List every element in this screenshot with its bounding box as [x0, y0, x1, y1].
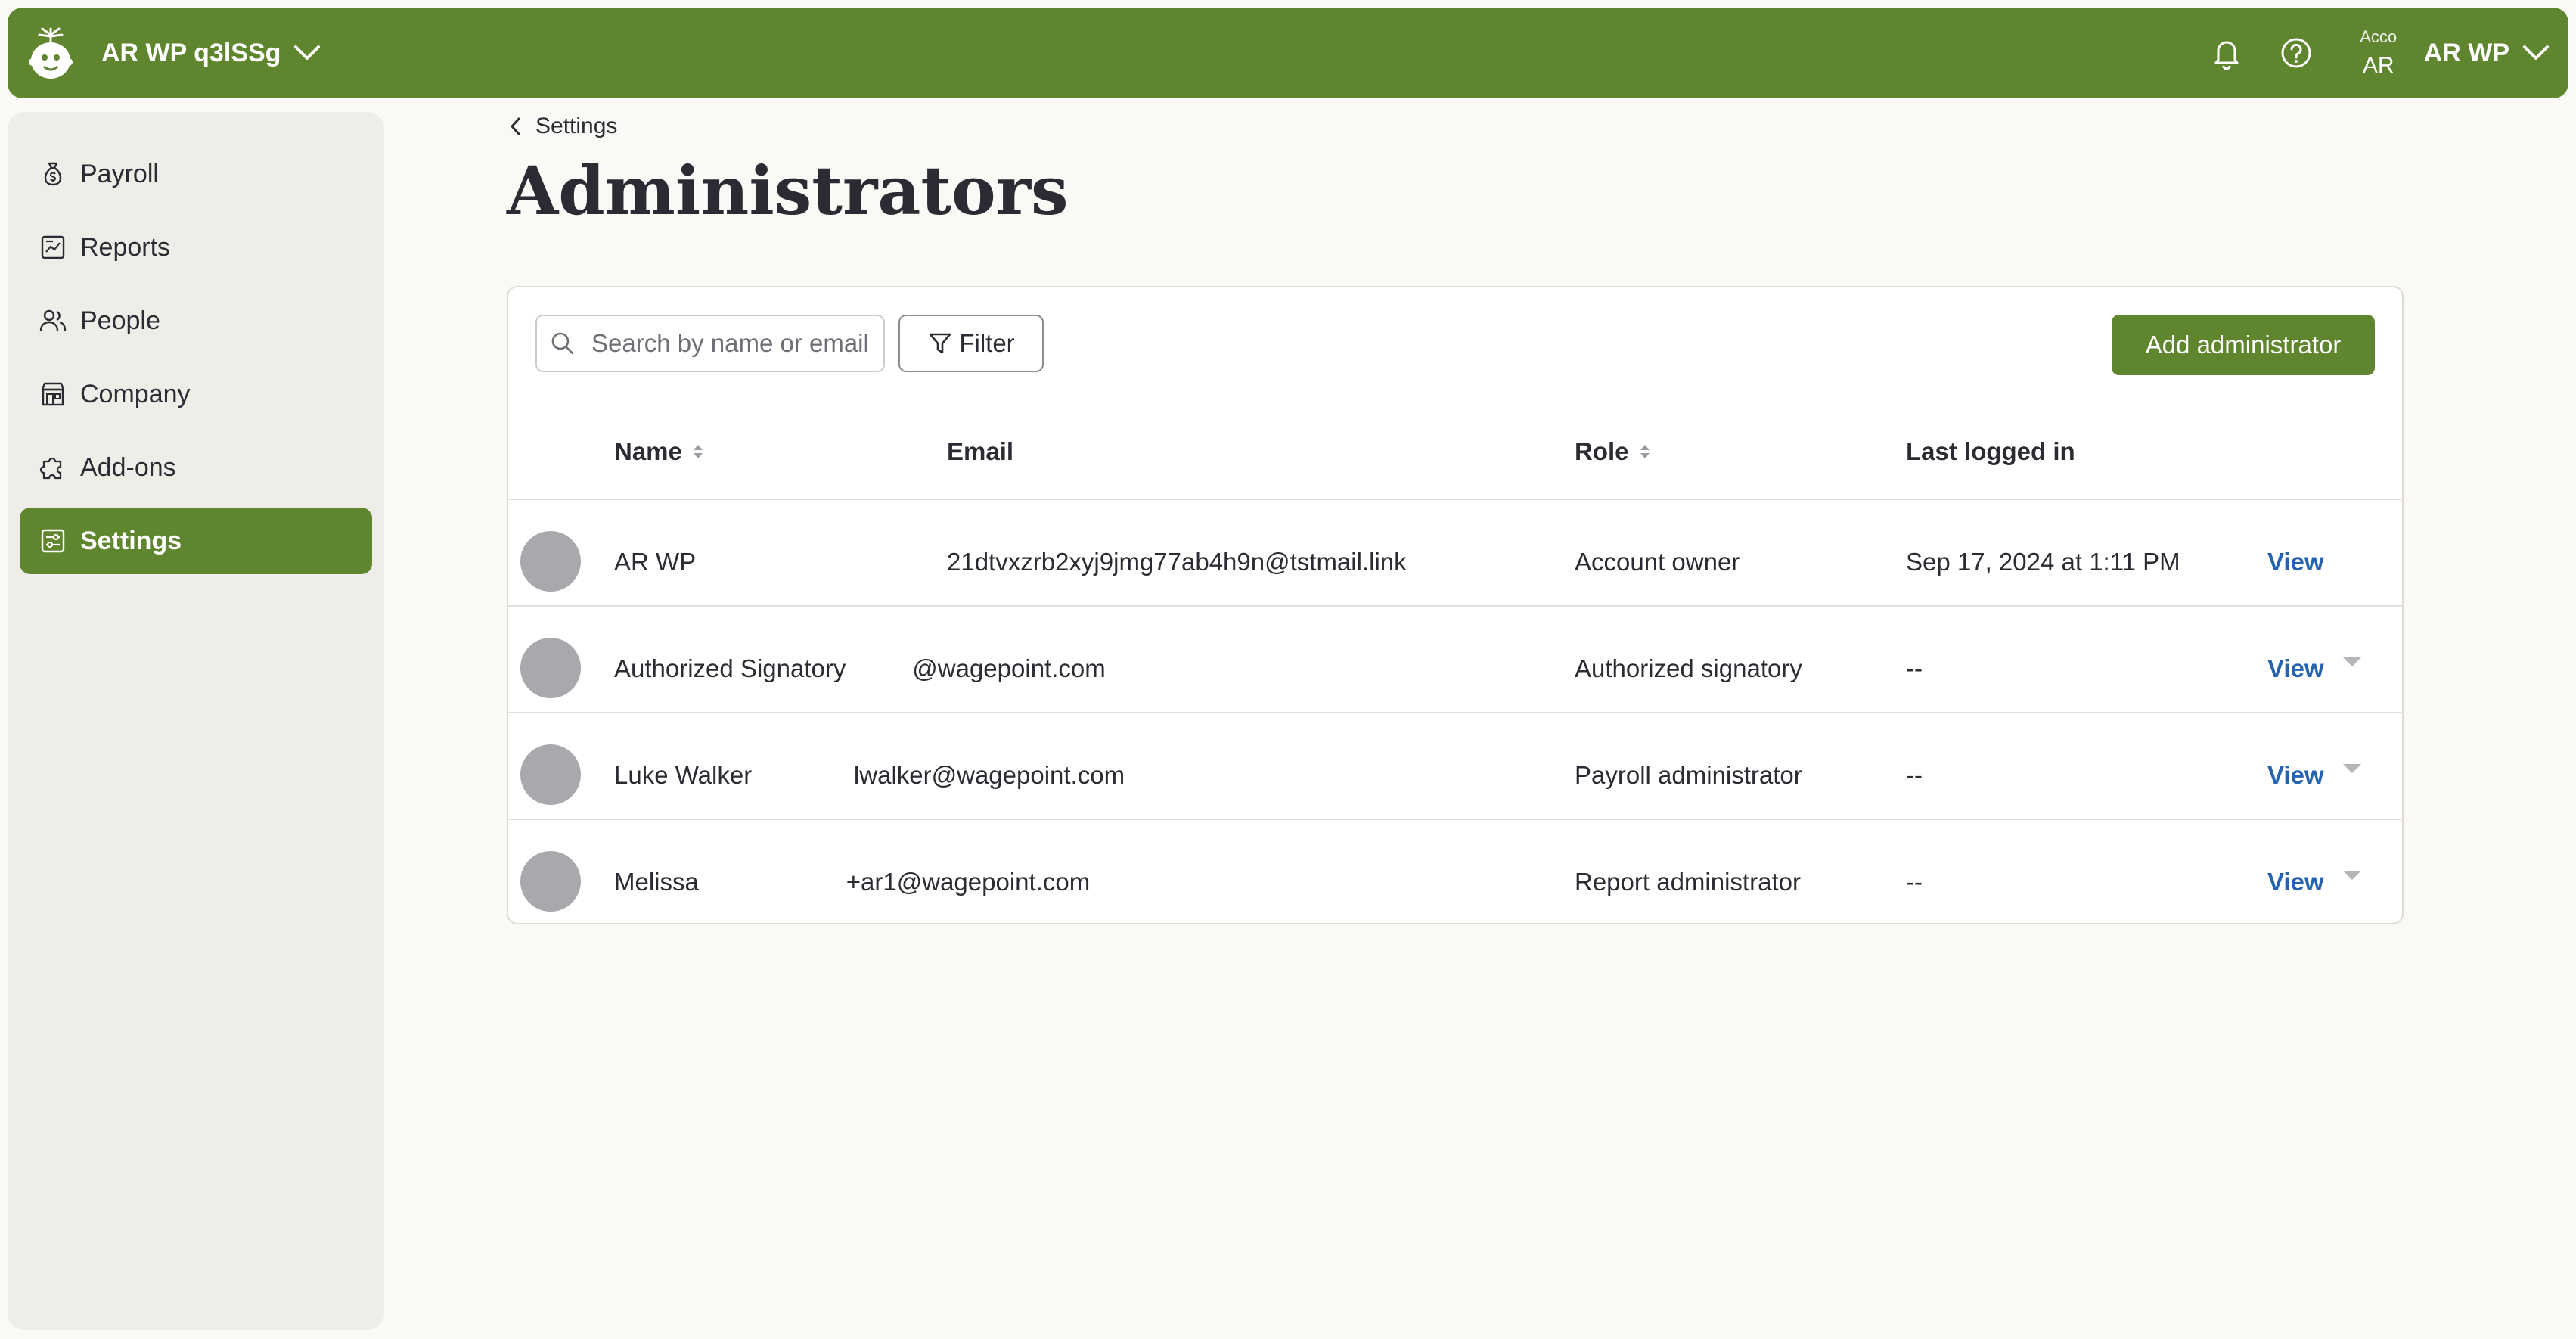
settings-sliders-icon — [41, 529, 65, 553]
column-header-last-logged-in: Last logged in — [1906, 437, 2075, 466]
avatar — [520, 851, 581, 912]
sort-icon — [1640, 445, 1650, 458]
sidebar-item-add-ons[interactable]: Add-ons — [20, 434, 372, 501]
filter-button[interactable]: Filter — [898, 315, 1044, 372]
sidebar-item-reports[interactable]: Reports — [20, 214, 372, 281]
search-input[interactable] — [591, 329, 879, 358]
chevron-left-icon — [511, 117, 520, 135]
avatar — [520, 744, 581, 805]
table-row: Melissa +ar1@wagepoint.com Report admini… — [508, 820, 2402, 924]
top-bar: AR WP q3lSSg Acco AR AR WP — [8, 8, 2568, 98]
report-icon — [41, 235, 65, 259]
sidebar-item-label: Settings — [80, 526, 182, 555]
sidebar-item-label: Add-ons — [80, 452, 176, 482]
column-header-name[interactable]: Name — [614, 437, 705, 466]
view-link[interactable]: View — [2267, 654, 2324, 683]
sidebar-item-label: People — [80, 306, 160, 335]
wagepoint-logo-icon[interactable] — [26, 24, 76, 82]
view-link[interactable]: View — [2267, 548, 2324, 576]
admin-last-logged-in: -- — [1906, 654, 1923, 682]
money-bag-icon — [44, 162, 62, 186]
column-header-label: Last logged in — [1906, 437, 2075, 465]
admin-email: @wagepoint.com — [912, 654, 1106, 682]
admin-last-logged-in: Sep 17, 2024 at 1:11 PM — [1906, 548, 2180, 576]
caret-down-icon[interactable] — [2342, 655, 2363, 669]
store-icon — [41, 382, 65, 406]
sidebar-item-people[interactable]: People — [20, 287, 372, 354]
view-link[interactable]: View — [2267, 868, 2324, 896]
add-administrator-button[interactable]: Add administrator — [2112, 315, 2375, 375]
organization-name[interactable]: AR WP q3lSSg — [101, 39, 281, 68]
column-header-role[interactable]: Role — [1575, 437, 1652, 466]
caret-down-icon[interactable] — [2342, 868, 2363, 882]
table-row: Luke Walker lwalker@wagepoint.com Payrol… — [508, 713, 2402, 820]
admin-email: lwalker@wagepoint.com — [853, 761, 1125, 789]
admin-email: 21dtvxzrb2xyj9jmg77ab4h9n@tstmail.link — [947, 548, 1407, 576]
puzzle-icon — [39, 457, 62, 480]
admin-name: AR WP — [614, 548, 697, 576]
admin-role: Report administrator — [1575, 868, 1801, 896]
column-header-email: Email — [947, 437, 1013, 466]
admin-last-logged-in: -- — [1906, 761, 1923, 789]
sidebar-item-settings[interactable]: Settings — [20, 508, 372, 574]
bell-icon[interactable] — [2209, 36, 2244, 70]
user-name[interactable]: AR WP — [2424, 39, 2509, 68]
table-row: AR WP 21dtvxzrb2xyj9jmg77ab4h9n@tstmail.… — [508, 500, 2402, 607]
admin-role: Payroll administrator — [1575, 761, 1802, 789]
sidebar-item-label: Company — [80, 379, 191, 409]
page-title: Administrators — [507, 151, 1069, 230]
avatar-broken-image-text: Acco — [2360, 29, 2398, 44]
search-box[interactable] — [535, 315, 885, 372]
sort-icon — [693, 445, 703, 458]
caret-down-icon[interactable] — [2342, 762, 2363, 775]
chevron-down-icon[interactable] — [2522, 44, 2550, 62]
column-header-label: Name — [614, 437, 682, 465]
help-icon[interactable] — [2279, 36, 2314, 70]
sidebar-item-label: Reports — [80, 232, 171, 262]
search-icon — [551, 332, 574, 355]
admin-role: Authorized signatory — [1575, 654, 1802, 682]
filter-icon — [930, 333, 951, 354]
administrators-panel: Filter Add administrator Name Email Role… — [507, 286, 2404, 924]
view-link[interactable]: View — [2267, 761, 2324, 790]
column-header-label: Email — [947, 437, 1014, 465]
table-row: Authorized Signatory @wagepoint.com Auth… — [508, 607, 2402, 713]
column-header-label: Role — [1575, 437, 1629, 465]
user-avatar[interactable]: Acco AR — [2353, 27, 2404, 79]
admin-email: +ar1@wagepoint.com — [846, 868, 1091, 896]
avatar-initials: AR — [2362, 53, 2394, 78]
chevron-down-icon[interactable] — [293, 44, 321, 62]
avatar — [520, 531, 581, 592]
admin-role: Account owner — [1575, 548, 1740, 576]
breadcrumb-label: Settings — [535, 113, 618, 138]
admin-last-logged-in: -- — [1906, 868, 1923, 896]
sidebar-item-label: Payroll — [80, 159, 159, 188]
sidebar: Payroll Reports People Company Add-ons S… — [8, 112, 384, 1330]
people-icon — [39, 309, 67, 331]
breadcrumb[interactable]: Settings — [507, 113, 617, 139]
top-bar-actions: Acco AR AR WP — [2174, 27, 2550, 79]
avatar — [520, 638, 581, 698]
sidebar-item-payroll[interactable]: Payroll — [20, 141, 372, 207]
filter-button-label: Filter — [959, 329, 1015, 357]
sidebar-item-company[interactable]: Company — [20, 361, 372, 427]
